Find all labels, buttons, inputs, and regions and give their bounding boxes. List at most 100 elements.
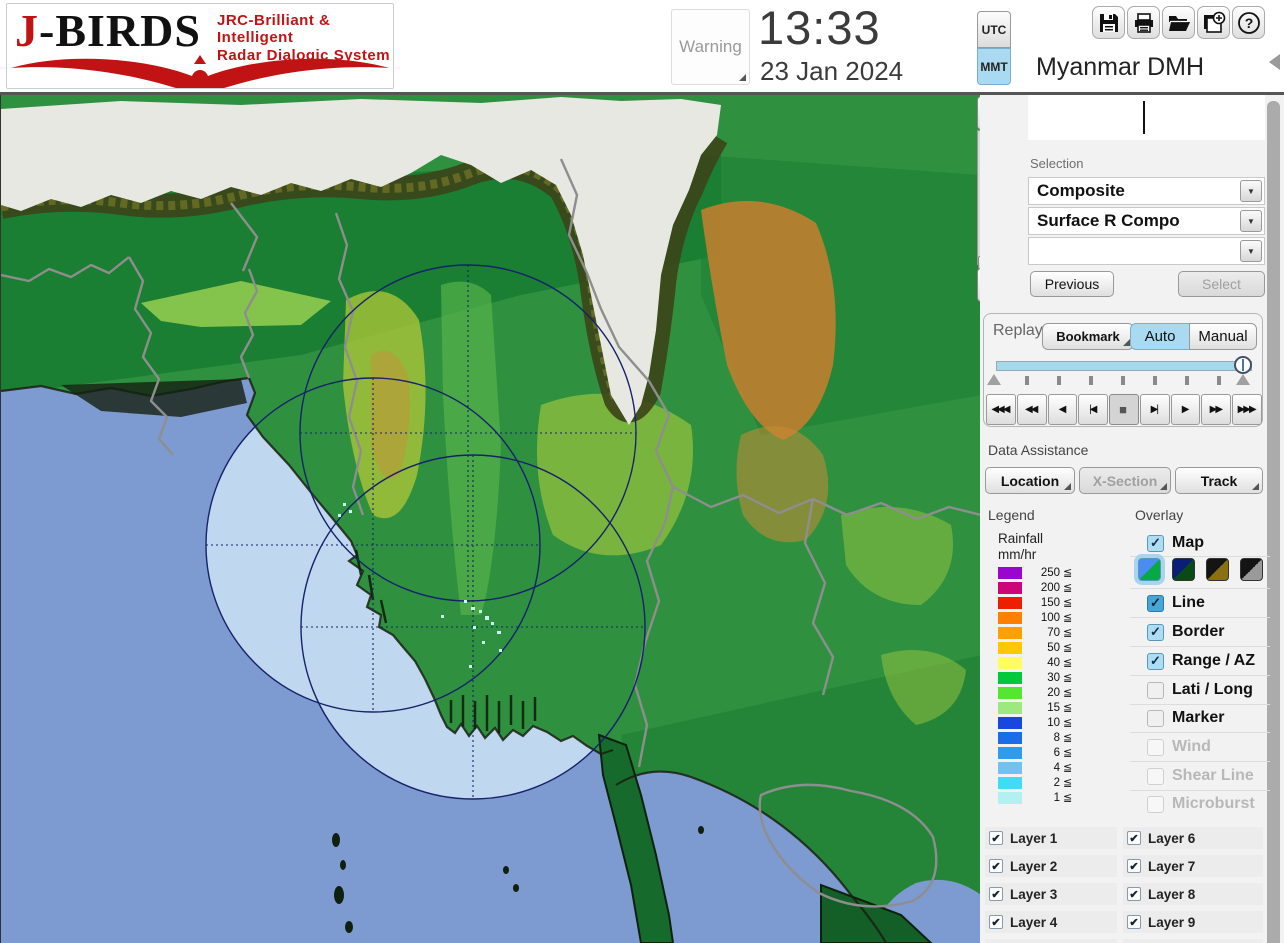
layer-toggle[interactable]: ✔Layer 4 [985,911,1117,933]
overlay-item-line[interactable]: ✓Line [1135,592,1265,614]
layer-toggle[interactable]: ✔Layer 8 [1123,883,1263,905]
manual-mode-button[interactable]: Manual [1189,323,1257,350]
select-button[interactable]: Select [1178,271,1265,297]
checkbox-checked-icon[interactable]: ✔ [989,831,1003,845]
checkbox-checked-icon[interactable]: ✔ [1127,831,1141,845]
step-forward-button[interactable]: ▶| [1140,394,1170,425]
replay-timeline-slider[interactable] [996,361,1252,371]
checkbox-checked-icon[interactable]: ✔ [989,887,1003,901]
map-style-swatch[interactable] [1138,558,1161,581]
location-button[interactable]: Location [985,467,1075,494]
checkbox-checked-icon[interactable]: ✔ [1127,915,1141,929]
stop-button[interactable]: ■ [1109,394,1139,425]
checkbox-disabled-icon: ✓ [1147,796,1164,813]
overlay-item-marker[interactable]: ✓Marker [1135,707,1265,729]
timeline-start-marker[interactable] [987,374,1001,385]
panel-scrollbar[interactable] [1267,101,1280,943]
checkbox-checked-icon[interactable]: ✓ [1147,595,1164,612]
layer-toggle[interactable]: ✔Layer 3 [985,883,1117,905]
comment-box[interactable] [1028,95,1265,140]
legend-label: Legend [988,507,1035,523]
forward-fast-button[interactable]: ▶▶ [1201,394,1231,425]
print-icon [1133,12,1155,34]
checkbox-checked-icon[interactable]: ✓ [1147,624,1164,641]
replay-panel: Replay Bookmark Auto Manual ◀◀◀ ◀◀ ◀ |◀ … [983,313,1263,427]
checkbox-checked-icon[interactable]: ✔ [1127,887,1141,901]
layer-toggle[interactable] [985,939,1117,943]
open-file-button[interactable] [1162,6,1195,39]
legend-row: 4≦ [998,760,1072,775]
station-name[interactable]: Myanmar DMH [1028,53,1265,89]
layer-toggle[interactable] [1123,939,1263,943]
overlay-item-border[interactable]: ✓Border [1135,621,1265,643]
checkbox-unchecked-icon[interactable]: ✓ [1147,682,1164,699]
overlay-item-range-az[interactable]: ✓Range / AZ [1135,650,1265,672]
checkbox-checked-icon[interactable]: ✓ [1147,653,1164,670]
warning-button[interactable]: Warning [671,9,750,85]
bookmark-button[interactable]: Bookmark [1042,323,1134,350]
chevron-down-icon[interactable]: ▼ [1240,180,1262,202]
previous-button[interactable]: Previous [1030,271,1114,297]
control-panel: Selection Composite▼ Surface R Compo▼ ▼ … [980,95,1284,943]
legend-row: 30≦ [998,670,1072,685]
mmt-toggle-button[interactable]: MMT [977,48,1011,85]
header-bar: J-BIRDS JRC-Brilliant & Intelligent Rada… [0,0,1284,95]
new-window-icon [1202,11,1226,35]
map-style-swatch[interactable] [1240,558,1263,581]
rewind-fast-button[interactable]: ◀◀ [1017,394,1047,425]
open-folder-icon [1167,11,1191,35]
auto-mode-button[interactable]: Auto [1130,323,1190,350]
svg-text:?: ? [1244,15,1253,31]
map-style-swatch[interactable] [1206,558,1229,581]
chevron-down-icon[interactable]: ▼ [1240,240,1262,262]
layer-toggle[interactable]: ✔Layer 9 [1123,911,1263,933]
play-button[interactable]: ▶ [1171,394,1201,425]
utc-toggle-button[interactable]: UTC [977,11,1011,48]
overlay-label: Overlay [1135,507,1183,523]
help-icon: ? [1237,11,1261,35]
layer-toggle[interactable]: ✔Layer 6 [1123,827,1263,849]
track-button[interactable]: Track [1175,467,1263,494]
overlay-item-lati-long[interactable]: ✓Lati / Long [1135,679,1265,701]
chevron-down-icon[interactable]: ▼ [1240,210,1262,232]
print-button[interactable] [1127,6,1160,39]
overlay-item-wind: ✓Wind [1135,736,1265,758]
legend-row: 200≦ [998,580,1072,595]
jbirds-app: J-BIRDS JRC-Brilliant & Intelligent Rada… [0,0,1284,943]
overlay-item-map[interactable]: ✓Map [1135,532,1265,554]
clock-date: 23 Jan 2024 [760,56,903,87]
checkbox-checked-icon[interactable]: ✔ [1127,859,1141,873]
checkbox-disabled-icon: ✓ [1147,739,1164,756]
layer-toggle[interactable]: ✔Layer 7 [1123,855,1263,877]
legend-row: 40≦ [998,655,1072,670]
timeline-end-marker[interactable] [1236,374,1250,385]
map-style-swatch[interactable] [1172,558,1195,581]
option-dropdown[interactable]: ▼ [1028,237,1265,265]
text-cursor [1143,101,1145,134]
category-dropdown[interactable]: Composite▼ [1028,177,1265,205]
legend-row: 70≦ [998,625,1072,640]
replay-slider-knob[interactable] [1234,356,1252,374]
panel-collapse-arrow-icon[interactable] [1269,54,1280,70]
checkbox-checked-icon[interactable]: ✔ [989,859,1003,873]
playback-controls: ◀◀◀ ◀◀ ◀ |◀ ■ ▶| ▶ ▶▶ ▶▶▶ [986,394,1262,425]
legend-row: 100≦ [998,610,1072,625]
selection-section-label: Selection [1030,156,1083,171]
rewind-fastest-button[interactable]: ◀◀◀ [986,394,1016,425]
xsection-button[interactable]: X-Section [1079,467,1171,494]
overlay-item-microburst: ✓Microburst [1135,793,1265,815]
save-button[interactable] [1092,6,1125,39]
layer-toggle[interactable]: ✔Layer 1 [985,827,1117,849]
new-window-button[interactable] [1197,6,1230,39]
legend-row: 20≦ [998,685,1072,700]
step-back-button[interactable]: |◀ [1078,394,1108,425]
play-reverse-button[interactable]: ◀ [1048,394,1078,425]
forward-fastest-button[interactable]: ▶▶▶ [1232,394,1262,425]
checkbox-checked-icon[interactable]: ✔ [989,915,1003,929]
layer-toggle[interactable]: ✔Layer 2 [985,855,1117,877]
checkbox-checked-icon[interactable]: ✓ [1147,535,1164,552]
product-dropdown[interactable]: Surface R Compo▼ [1028,207,1265,235]
help-button[interactable]: ? [1232,6,1265,39]
weather-map[interactable] [0,95,980,943]
checkbox-unchecked-icon[interactable]: ✓ [1147,710,1164,727]
